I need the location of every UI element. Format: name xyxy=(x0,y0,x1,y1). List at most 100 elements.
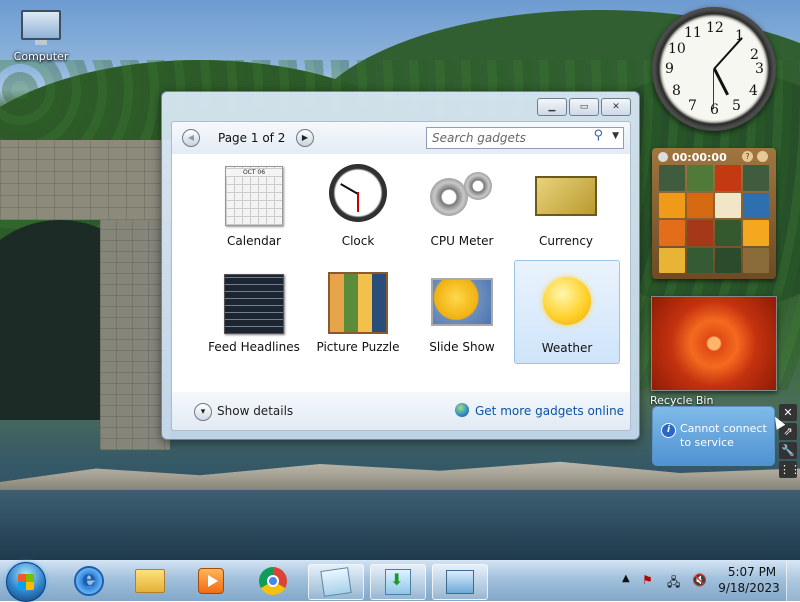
weather-error-message: Cannot connect to service xyxy=(680,422,767,449)
volume-muted-icon[interactable]: 🔇 xyxy=(692,573,707,587)
gadget-label: Clock xyxy=(341,234,375,248)
computer-label: Computer xyxy=(13,50,69,63)
taskbar-sticky-notes[interactable] xyxy=(308,564,364,600)
clock-number: 12 xyxy=(706,20,724,36)
weather-sun-icon xyxy=(543,277,591,325)
close-button[interactable]: ✕ xyxy=(601,98,631,116)
gadget-gallery-icon xyxy=(446,570,474,594)
media-player-icon xyxy=(198,568,224,594)
gadget-label: Currency xyxy=(538,234,594,248)
show-hidden-icons-button[interactable]: ▲ xyxy=(622,573,630,584)
chevron-down-icon[interactable]: ▾ xyxy=(194,403,212,421)
puzzle-tile[interactable] xyxy=(743,165,769,191)
gadget-label: Feed Headlines xyxy=(208,340,300,354)
gallery-footer: ▾ Show details Get more gadgets online xyxy=(171,392,631,431)
puzzle-tile[interactable] xyxy=(659,247,685,273)
clock-number: 8 xyxy=(672,83,681,99)
gadget-label: Picture Puzzle xyxy=(316,340,400,354)
show-details-button[interactable]: Show details xyxy=(217,404,293,418)
gadget-tile-calendar[interactable]: Calendar xyxy=(202,154,306,256)
puzzle-tile[interactable] xyxy=(659,220,685,246)
gadget-tile-clock[interactable]: Clock xyxy=(306,154,410,256)
clock-number: 10 xyxy=(668,41,686,57)
previous-page-button[interactable]: ◀ xyxy=(182,129,200,147)
maximize-button[interactable]: ▭ xyxy=(569,98,599,116)
puzzle-grid xyxy=(659,165,769,273)
get-more-gadgets-link[interactable]: Get more gadgets online xyxy=(475,404,624,418)
puzzle-tile[interactable] xyxy=(743,220,769,246)
gadget-tile-weather[interactable]: Weather xyxy=(514,260,620,364)
computer-desktop-icon[interactable]: Computer xyxy=(8,8,74,63)
taskbar: ▲ ⚑ 🖧 🔇 5:07 PM 9/18/2023 xyxy=(0,560,800,602)
puzzle-tile[interactable] xyxy=(659,165,685,191)
taskbar-media-player[interactable] xyxy=(184,564,238,598)
clock-second-hand xyxy=(713,69,714,109)
chevron-down-icon[interactable]: ▼ xyxy=(612,131,619,141)
search-icon[interactable]: ⚲ xyxy=(593,128,603,143)
search-input[interactable]: Search gadgets ⚲ ▼ xyxy=(426,127,624,149)
puzzle-tile[interactable] xyxy=(687,220,713,246)
gadget-tile-feed-headlines[interactable]: Feed Headlines xyxy=(202,260,306,362)
gadget-tile-cpu-meter[interactable]: CPU Meter xyxy=(410,154,514,256)
puzzle-tile[interactable] xyxy=(659,192,685,218)
clock-number: 4 xyxy=(749,83,758,99)
feed-headlines-icon xyxy=(224,274,284,334)
taskbar-date[interactable]: 9/18/2023 xyxy=(718,581,780,595)
clock-gadget[interactable]: 12 1 2 3 4 5 6 7 8 9 10 11 xyxy=(652,7,776,131)
gadget-tile-currency[interactable]: Currency xyxy=(514,154,618,256)
clock-minute-hand xyxy=(713,37,743,70)
taskbar-gadget-gallery[interactable] xyxy=(432,564,488,600)
download-icon xyxy=(385,569,411,595)
network-icon[interactable]: 🖧 xyxy=(667,573,680,594)
clock-number: 11 xyxy=(684,25,702,41)
puzzle-tile[interactable] xyxy=(715,247,741,273)
gadget-label: Weather xyxy=(541,341,593,355)
weather-gadget[interactable]: i Cannot connect to service xyxy=(652,406,775,466)
cpu-meter-icon xyxy=(430,172,494,216)
puzzle-tile[interactable] xyxy=(687,165,713,191)
currency-icon xyxy=(535,176,597,216)
puzzle-tile[interactable] xyxy=(715,220,741,246)
show-desktop-button[interactable] xyxy=(786,561,800,601)
picture-puzzle-gadget[interactable]: 00:00:00 ? xyxy=(652,148,776,279)
taskbar-windows-explorer[interactable] xyxy=(123,564,177,598)
slide-show-gadget[interactable] xyxy=(651,296,777,391)
next-page-button[interactable]: ▶ xyxy=(296,129,314,147)
puzzle-help-button[interactable]: ? xyxy=(742,151,753,162)
bridge-pier xyxy=(100,220,170,450)
clock-number: 3 xyxy=(755,61,764,77)
puzzle-tile[interactable] xyxy=(687,247,713,273)
taskbar-download[interactable] xyxy=(370,564,426,600)
puzzle-tile[interactable] xyxy=(743,192,769,218)
gallery-header: ◀ Page 1 of 2 ▶ Search gadgets ⚲ ▼ xyxy=(171,121,631,155)
drag-handle-icon[interactable]: ⋮⋮ xyxy=(779,461,800,478)
gadget-tile-picture-puzzle[interactable]: Picture Puzzle xyxy=(306,260,410,362)
puzzle-picture-button[interactable] xyxy=(757,151,768,162)
sticky-notes-icon xyxy=(320,567,352,597)
gadget-grid: Calendar Clock CPU Meter Currency Feed H… xyxy=(171,154,631,393)
globe-icon xyxy=(455,403,469,417)
taskbar-internet-explorer[interactable] xyxy=(62,564,116,598)
calendar-icon xyxy=(225,166,283,226)
gadget-tile-slide-show[interactable]: Slide Show xyxy=(410,260,514,362)
info-icon: i xyxy=(661,423,676,438)
options-wrench-icon[interactable]: 🔧 xyxy=(779,442,797,459)
minimize-button[interactable]: ▁ xyxy=(537,98,567,116)
taskbar-time[interactable]: 5:07 PM xyxy=(726,565,778,579)
gadget-label: Slide Show xyxy=(429,340,495,354)
puzzle-tile[interactable] xyxy=(715,165,741,191)
puzzle-timer: 00:00:00 xyxy=(672,151,727,164)
gadget-gallery-window: ▁ ▭ ✕ ◀ Page 1 of 2 ▶ Search gadgets ⚲ ▼… xyxy=(161,91,640,440)
start-button[interactable] xyxy=(6,562,46,602)
clock-number: 6 xyxy=(710,102,719,118)
internet-explorer-icon xyxy=(74,566,104,596)
taskbar-chrome[interactable] xyxy=(246,564,300,598)
gadget-label: Calendar xyxy=(227,234,281,248)
page-indicator: Page 1 of 2 xyxy=(218,131,286,145)
computer-icon xyxy=(21,10,61,45)
puzzle-tile[interactable] xyxy=(715,192,741,218)
slide-show-icon xyxy=(431,278,493,326)
action-center-flag-icon[interactable]: ⚑ xyxy=(642,573,653,587)
puzzle-tile[interactable] xyxy=(687,192,713,218)
wallpaper-river xyxy=(0,490,800,560)
